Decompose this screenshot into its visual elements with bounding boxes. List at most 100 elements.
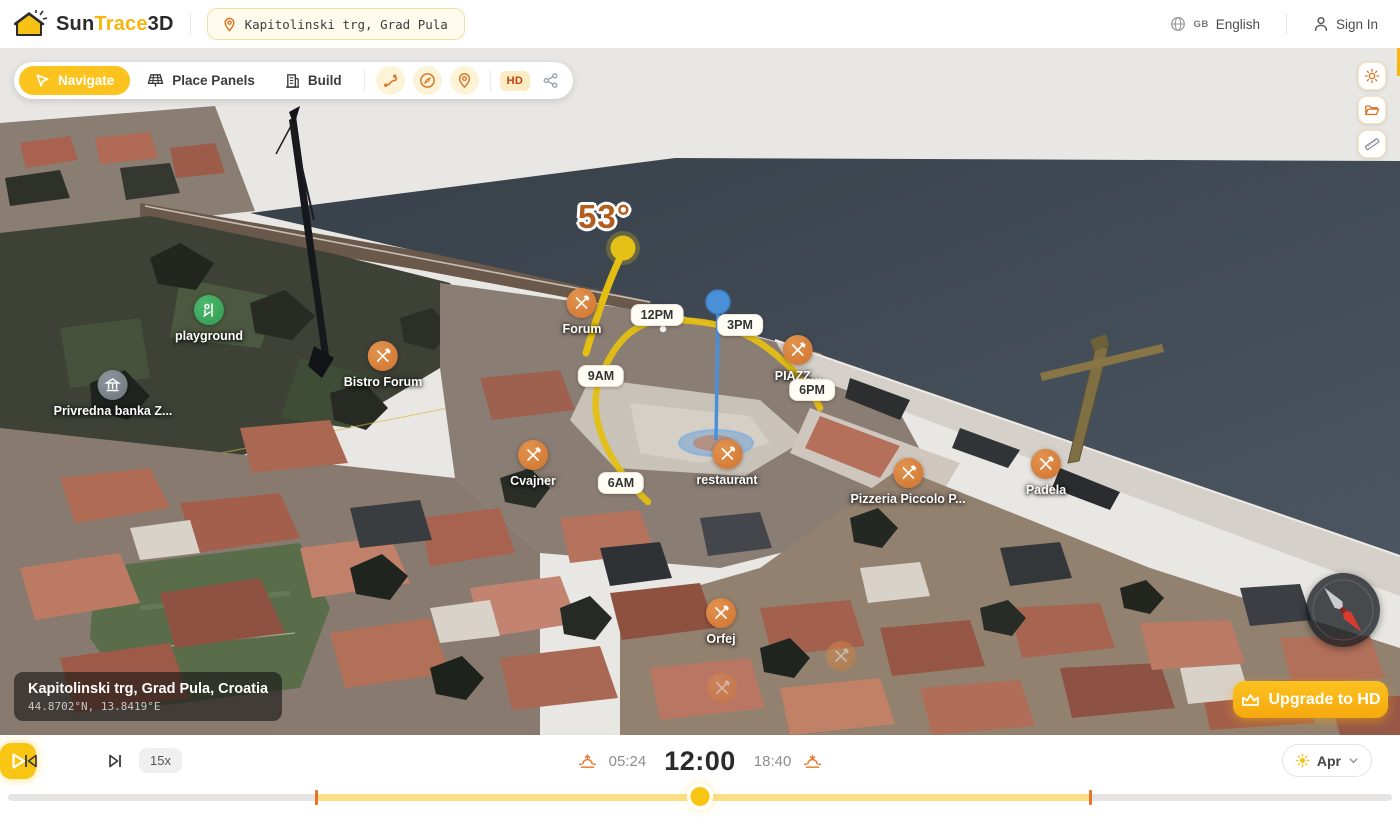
pin-icon: [456, 72, 473, 89]
time-slider[interactable]: [0, 788, 1400, 806]
sun-time-label-6pm: 6PM: [789, 379, 835, 401]
poi-padela[interactable]: Padela: [1026, 449, 1066, 497]
map-3d-viewport[interactable]: 53° 6AM9AM12PM3PM6PM playgroundPrivredna…: [0, 48, 1400, 735]
user-icon: [1313, 16, 1329, 32]
sunset-tick: [1089, 790, 1092, 805]
divider: [1286, 14, 1287, 34]
app-title: SunTrace3D: [56, 13, 174, 36]
restaurant-marker-icon[interactable]: [707, 673, 737, 703]
poi-forum[interactable]: Forum: [563, 288, 602, 336]
build-label: Build: [308, 73, 342, 88]
globe-icon: [1170, 16, 1186, 32]
restaurant-marker-icon[interactable]: [518, 440, 548, 470]
month-label: Apr: [1317, 753, 1341, 769]
open-project-button[interactable]: [1358, 96, 1386, 124]
sun-time-label-12pm: 12PM: [631, 304, 684, 326]
sunset-icon: [803, 753, 822, 769]
place-panels-label: Place Panels: [172, 73, 255, 88]
poi-faded[interactable]: [707, 673, 737, 703]
sun-time-label-6am: 6AM: [598, 472, 644, 494]
app-logo[interactable]: SunTrace3D: [0, 9, 174, 39]
poi-bistro-forum[interactable]: Bistro Forum: [344, 341, 422, 389]
sun-icon: [1364, 68, 1380, 84]
poi-faded[interactable]: [826, 641, 856, 671]
restaurant-marker-icon[interactable]: [567, 288, 597, 318]
measure-button[interactable]: [1358, 130, 1386, 158]
sun-path-tool-button[interactable]: [376, 66, 405, 95]
poi-privredna-banka-z[interactable]: Privredna banka Z...: [54, 370, 173, 418]
compass[interactable]: [1306, 573, 1380, 647]
poi-label: Orfej: [706, 632, 735, 646]
poi-cvajner[interactable]: Cvajner: [510, 440, 556, 488]
location-info-chip: Kapitolinski trg, Grad Pula, Croatia 44.…: [14, 672, 282, 721]
restaurant-marker-icon[interactable]: [826, 641, 856, 671]
poi-restaurant[interactable]: restaurant: [696, 439, 757, 487]
folder-open-icon: [1364, 102, 1380, 118]
sunset-time: 18:40: [754, 753, 792, 770]
poi-label: restaurant: [696, 473, 757, 487]
poi-piazz[interactable]: PIAZZ...: [775, 335, 822, 383]
restaurant-marker-icon[interactable]: [893, 458, 923, 488]
time-slider-handle[interactable]: [691, 787, 710, 806]
mode-toolbar: Navigate Place Panels Build: [14, 62, 573, 99]
divider: [490, 70, 491, 92]
building-icon: [285, 73, 300, 89]
restaurant-marker-icon[interactable]: [706, 598, 736, 628]
location-tool-button[interactable]: [450, 66, 479, 95]
location-title: Kapitolinski trg, Grad Pula, Croatia: [28, 681, 268, 697]
poi-label: Privredna banka Z...: [54, 404, 173, 418]
chevron-down-icon: [1348, 755, 1359, 766]
poi-label: Padela: [1026, 483, 1066, 497]
top-bar: SunTrace3D GB English Sign In: [0, 0, 1400, 48]
location-coordinates: 44.8702°N, 13.8419°E: [28, 700, 268, 713]
share-button[interactable]: [542, 72, 559, 89]
share-icon: [542, 72, 559, 89]
navigate-button[interactable]: Navigate: [19, 66, 130, 95]
sun-small-icon: [1295, 753, 1310, 768]
cursor-icon: [35, 73, 50, 88]
sunrise-time: 05:24: [609, 753, 647, 770]
place-panels-button[interactable]: Place Panels: [134, 66, 268, 95]
build-button[interactable]: Build: [272, 66, 355, 95]
sunrise-icon: [578, 753, 597, 769]
house-sun-logo-icon: [14, 9, 48, 39]
hd-quality-badge[interactable]: HD: [500, 71, 531, 91]
upgrade-label: Upgrade to HD: [1269, 691, 1381, 709]
sun-settings-button[interactable]: [1358, 62, 1386, 90]
bank-marker-icon[interactable]: [98, 370, 128, 400]
sun-elevation-label: 53°: [578, 198, 631, 236]
crown-icon: [1241, 692, 1260, 708]
poi-label: Bistro Forum: [344, 375, 422, 389]
divider: [190, 13, 191, 35]
sign-in-label: Sign In: [1336, 17, 1378, 32]
restaurant-marker-icon[interactable]: [1031, 449, 1061, 479]
current-time: 12:00: [664, 746, 736, 777]
language-selector[interactable]: GB English: [1170, 16, 1260, 32]
poi-label: Cvajner: [510, 474, 556, 488]
divider: [364, 70, 365, 92]
language-code: GB: [1193, 19, 1208, 30]
restaurant-marker-icon[interactable]: [712, 439, 742, 469]
upgrade-to-hd-button[interactable]: Upgrade to HD: [1233, 681, 1388, 718]
poi-label: Pizzeria Piccolo P...: [850, 492, 965, 506]
playground-marker-icon[interactable]: [194, 295, 224, 325]
poi-playground[interactable]: playground: [175, 295, 243, 343]
city-3d-scene: [0, 48, 1400, 735]
compass-tool-button[interactable]: [413, 66, 442, 95]
poi-pizzeria-piccolo-p[interactable]: Pizzeria Piccolo P...: [850, 458, 965, 506]
sunrise-tick: [315, 790, 318, 805]
compass-icon: [419, 72, 436, 89]
search-input[interactable]: [245, 17, 450, 32]
poi-label: Forum: [563, 322, 602, 336]
sign-in-button[interactable]: Sign In: [1313, 16, 1378, 32]
language-label: English: [1216, 17, 1260, 32]
route-icon: [382, 72, 399, 89]
timeline-bar: 15x 05:24 12:00 18:40: [0, 735, 1400, 820]
restaurant-marker-icon[interactable]: [368, 341, 398, 371]
month-selector[interactable]: Apr: [1282, 744, 1372, 777]
poi-label: playground: [175, 329, 243, 343]
location-search[interactable]: [207, 8, 465, 40]
poi-orfej[interactable]: Orfej: [706, 598, 736, 646]
solar-panel-icon: [147, 73, 164, 88]
restaurant-marker-icon[interactable]: [783, 335, 813, 365]
